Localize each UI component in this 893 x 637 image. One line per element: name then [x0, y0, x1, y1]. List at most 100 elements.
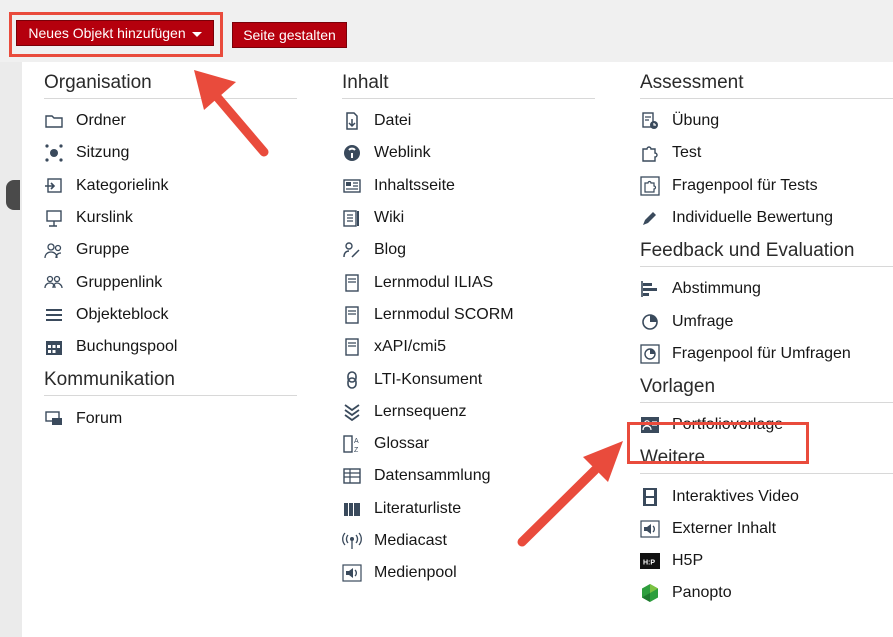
design-page-button[interactable]: Seite gestalten: [232, 22, 347, 48]
session-icon: [44, 143, 64, 163]
speaker-icon: [640, 519, 660, 539]
menu-item-label: Lernsequenz: [374, 402, 467, 420]
wiki-icon: [342, 208, 362, 228]
svg-text:H:P: H:P: [643, 560, 655, 567]
menu-item-wiki[interactable]: Wiki: [342, 202, 595, 234]
menu-item-inhaltsseite[interactable]: Inhaltsseite: [342, 170, 595, 202]
menu-item-label: Datensammlung: [374, 467, 491, 485]
menu-item-lti-konsument[interactable]: LTI-Konsument: [342, 363, 595, 395]
menu-group-heading: Feedback und Evaluation: [640, 238, 893, 268]
module-icon: [342, 273, 362, 293]
menu-group: Assessment Übung Test Fragenpool für Tests I…: [640, 70, 893, 234]
menu-group-heading: Inhalt: [342, 70, 595, 99]
menu-item-weblink[interactable]: Weblink: [342, 137, 595, 169]
menu-item-fragenpool-für-umfragen[interactable]: Fragenpool für Umfragen: [640, 338, 893, 370]
menu-item-h5p[interactable]: H:P H5P: [640, 545, 893, 577]
menu-item-label: Test: [672, 144, 702, 162]
menu-item-xapi-cmi5[interactable]: xAPI/cmi5: [342, 331, 595, 363]
menu-item-kurslink[interactable]: Kurslink: [44, 202, 297, 234]
menu-item-datensammlung[interactable]: Datensammlung: [342, 460, 595, 492]
menu-column-1: Organisation Ordner Sitzung Kategorielink Ku…: [44, 70, 297, 435]
menu-item-lernmodul-scorm[interactable]: Lernmodul SCORM: [342, 299, 595, 331]
file-icon: [342, 111, 362, 131]
menu-item-panopto[interactable]: Panopto: [640, 577, 893, 609]
menu-item-glossar[interactable]: A Z Glossar: [342, 428, 595, 460]
menu-item-label: H5P: [672, 552, 704, 570]
menu-item-label: Gruppenlink: [76, 273, 163, 291]
lti-icon: [342, 370, 362, 390]
menu-item-literaturliste[interactable]: Literaturliste: [342, 493, 595, 525]
highlight-box-add-button: [9, 12, 223, 57]
menu-item-label: Objekteblock: [76, 305, 169, 323]
menu-item-label: Literaturliste: [374, 499, 462, 517]
menu-item-lernmodul-ilias[interactable]: Lernmodul ILIAS: [342, 266, 595, 298]
menu-group-heading: Vorlagen: [640, 374, 893, 404]
menu-item-label: Inhaltsseite: [374, 176, 455, 194]
forum-icon: [44, 409, 64, 429]
menu-item-label: Kategorielink: [76, 176, 169, 194]
menu-item-gruppe[interactable]: Gruppe: [44, 234, 297, 266]
menu-item-blog[interactable]: Blog: [342, 234, 595, 266]
menu-item-interaktives-video[interactable]: Interaktives Video: [640, 480, 893, 512]
puzzle-icon: [640, 143, 660, 163]
menu-column-2: Inhalt Datei Weblink Inhaltsseite Wiki Blog Le…: [342, 70, 595, 589]
menu-item-label: Glossar: [374, 435, 430, 453]
calendar-icon: [44, 337, 64, 357]
menu-item-übung[interactable]: Übung: [640, 105, 893, 137]
menu-group-heading: Kommunikation: [44, 367, 297, 397]
highlight-box-portfolio: [627, 422, 809, 464]
menu-item-lernsequenz[interactable]: Lernsequenz: [342, 396, 595, 428]
menu-item-mediacast[interactable]: Mediacast: [342, 525, 595, 557]
menu-item-ordner[interactable]: Ordner: [44, 105, 297, 137]
menu-item-label: Individuelle Bewertung: [672, 209, 833, 227]
menu-item-label: Forum: [76, 409, 123, 427]
menu-item-label: Buchungspool: [76, 338, 178, 356]
menu-item-label: Abstimmung: [672, 280, 761, 298]
menu-item-test[interactable]: Test: [640, 137, 893, 169]
pie-pool-icon: [640, 344, 660, 364]
menu-item-umfrage[interactable]: Umfrage: [640, 305, 893, 337]
menu-item-label: Lernmodul ILIAS: [374, 273, 494, 291]
menu-item-label: xAPI/cmi5: [374, 338, 447, 356]
category-link-icon: [44, 176, 64, 196]
menu-item-sitzung[interactable]: Sitzung: [44, 137, 297, 169]
background-edge: [6, 180, 20, 210]
menu-item-externer-inhalt[interactable]: Externer Inhalt: [640, 513, 893, 545]
broadcast-icon: [342, 531, 362, 551]
menu-item-label: Datei: [374, 112, 412, 130]
module-icon: [342, 305, 362, 325]
menu-item-fragenpool-für-tests[interactable]: Fragenpool für Tests: [640, 170, 893, 202]
menu-item-kategorielink[interactable]: Kategorielink: [44, 170, 297, 202]
menu-item-abstimmung[interactable]: Abstimmung: [640, 273, 893, 305]
content-page-icon: [342, 176, 362, 196]
exercise-icon: [640, 111, 660, 131]
menu-group-heading: Assessment: [640, 70, 893, 99]
menu-column-3: Assessment Übung Test Fragenpool für Tests I…: [640, 70, 893, 610]
books-icon: [342, 499, 362, 519]
menu-group: Feedback und Evaluation Abstimmung Umfrage…: [640, 238, 893, 370]
menu-item-medienpool[interactable]: Medienpool: [342, 557, 595, 589]
menu-group: Organisation Ordner Sitzung Kategorielink Ku…: [44, 70, 297, 363]
menu-item-gruppenlink[interactable]: Gruppenlink: [44, 266, 297, 298]
folder-icon: [44, 111, 64, 131]
menu-item-label: Weblink: [374, 144, 431, 162]
panopto-icon: [640, 583, 660, 603]
menu-group-heading: Organisation: [44, 70, 297, 99]
svg-text:A: A: [354, 438, 359, 445]
menu-item-label: Mediacast: [374, 532, 447, 549]
menu-group: Kommunikation Forum: [44, 367, 297, 434]
course-link-icon: [44, 208, 64, 228]
menu-item-label: Sitzung: [76, 144, 130, 162]
module-icon: [342, 337, 362, 357]
film-icon: [640, 487, 660, 507]
menu-item-label: Blog: [374, 241, 407, 259]
menu-item-objekteblock[interactable]: Objekteblock: [44, 299, 297, 331]
h5p-icon: H:P: [640, 551, 660, 571]
menu-item-individuelle-bewertung[interactable]: Individuelle Bewertung: [640, 202, 893, 234]
menu-item-datei[interactable]: Datei: [342, 105, 595, 137]
menu-item-buchungspool[interactable]: Buchungspool: [44, 331, 297, 363]
menu-item-forum[interactable]: Forum: [44, 402, 297, 434]
menu-item-label: Gruppe: [76, 241, 130, 259]
menu-item-label: Fragenpool für Umfragen: [672, 344, 851, 362]
menu-group: Weitere Interaktives Video Externer Inhalt…: [640, 445, 893, 609]
